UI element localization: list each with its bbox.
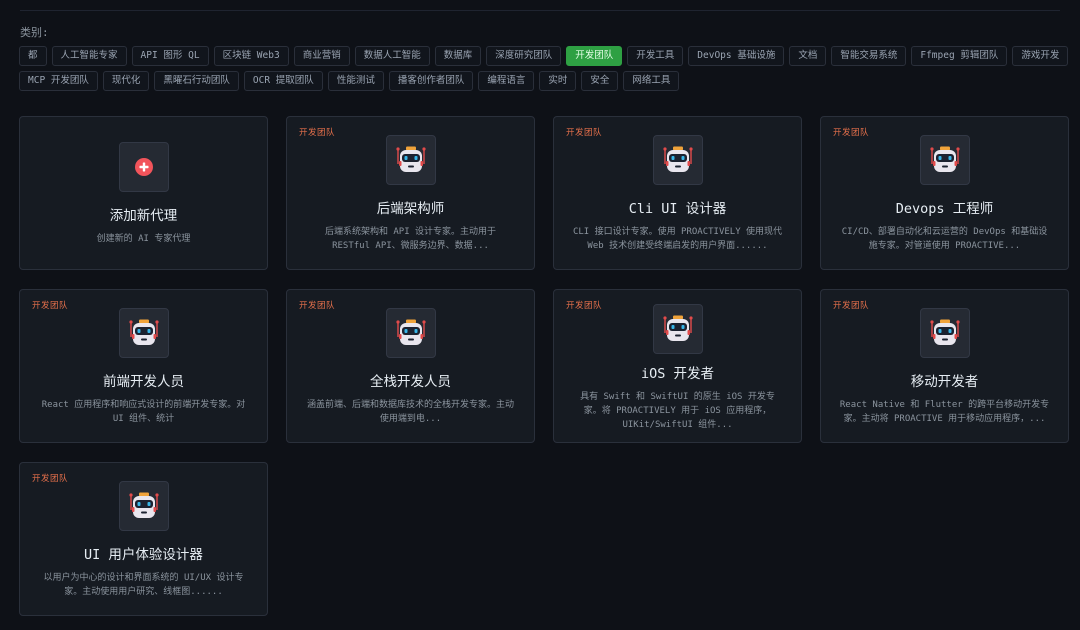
robot-icon <box>128 319 159 345</box>
agent-avatar <box>385 135 436 185</box>
robot-icon <box>929 319 960 345</box>
agent-avatar <box>385 308 436 358</box>
category-badge: 开发团队 <box>299 128 336 138</box>
agent-avatar <box>919 308 970 358</box>
category-tag[interactable]: 深度研究团队 <box>486 46 562 66</box>
category-tag[interactable]: 文档 <box>789 46 827 66</box>
category-tag[interactable]: Ffmpeg 剪辑团队 <box>911 46 1008 66</box>
agent-card[interactable]: 开发团队 后端架构师后端系统架构和 API 设计专家。主动用于 RESTful … <box>286 116 535 270</box>
agent-grid: 添加新代理 创建新的 AI 专家代理 开发团队 后端架构师后端系统架构和 API… <box>19 116 1069 616</box>
agent-title: 前端开发人员 <box>103 374 184 390</box>
add-agent-desc: 创建新的 AI 专家代理 <box>96 234 191 244</box>
category-tag[interactable]: 开发工具 <box>627 46 684 66</box>
category-tag[interactable]: 性能测试 <box>327 71 384 91</box>
category-tag[interactable]: 智能交易系统 <box>831 46 907 66</box>
category-tag[interactable]: 网络工具 <box>623 71 680 91</box>
category-tag[interactable]: 实时 <box>539 71 577 91</box>
category-tag[interactable]: 人工智能专家 <box>51 46 127 66</box>
category-filter-bar: 都人工智能专家 API 图形 QL 区块链 Web3 商业营销 数据人工智能 数据库 深度研… <box>19 46 1069 91</box>
robot-icon <box>128 492 159 518</box>
agent-avatar <box>652 304 703 354</box>
agent-card[interactable]: 开发团队 Cli UI 设计器 CLI 接口设计专家。使用 PROACTIVELY… <box>553 116 802 270</box>
category-tag[interactable]: 编程语言 <box>478 71 535 91</box>
agent-desc: 具有 Swift 和 SwiftUI 的原生 iOS 开发专家。将 PROACT… <box>580 392 775 430</box>
agent-avatar <box>118 308 169 358</box>
category-badge: 开发团队 <box>32 474 69 484</box>
add-agent-card[interactable]: 添加新代理 创建新的 AI 专家代理 <box>19 116 268 270</box>
category-tag[interactable]: 游戏开发 <box>1012 46 1069 66</box>
robot-icon <box>662 315 693 341</box>
agent-card[interactable]: 开发团队 iOS 开发者具有 Swift 和 SwiftUI 的原生 iOS 开… <box>553 289 802 443</box>
category-tag[interactable]: 安全 <box>581 71 619 91</box>
category-tag[interactable]: MCP 开发团队 <box>19 71 98 91</box>
agent-title: 全栈开发人员 <box>370 374 451 390</box>
category-badge: 开发团队 <box>833 128 870 138</box>
category-tag[interactable]: 数据人工智能 <box>354 46 430 66</box>
category-tag[interactable]: 现代化 <box>102 71 150 91</box>
plus-circle-icon <box>134 158 153 176</box>
category-tag[interactable]: 播客创作者团队 <box>388 71 474 91</box>
agent-desc: React Native 和 Flutter 的跨平台移动开发专家。主动将 PR… <box>839 400 1050 424</box>
category-tag[interactable]: 数据库 <box>434 46 482 66</box>
add-agent-title: 添加新代理 <box>109 208 178 224</box>
category-tag[interactable]: 商业营销 <box>293 46 350 66</box>
agent-desc: CLI 接口设计专家。使用 PROACTIVELY 使用现代 Web 技术创建受… <box>572 227 783 251</box>
agent-desc: 后端系统架构和 API 设计专家。主动用于 RESTful API、微服务边界、… <box>324 227 497 251</box>
agent-title: UI 用户体验设计器 <box>84 547 203 563</box>
agent-card[interactable]: 开发团队 UI 用户体验设计器以用户为中心的设计和界面系统的 UI/UX 设计专… <box>19 462 268 616</box>
agent-desc: React 应用程序和响应式设计的前端开发专家。对 UI 组件、统计 <box>41 400 246 424</box>
category-tag[interactable]: 区块链 Web3 <box>213 46 289 66</box>
agent-desc: 涵盖前端、后端和数据库技术的全栈开发专家。主动使用端到电... <box>306 400 514 424</box>
category-badge: 开发团队 <box>833 301 870 311</box>
category-tag[interactable]: DevOps 基础设施 <box>688 46 785 66</box>
top-divider <box>20 10 1060 11</box>
agent-title: 后端架构师 <box>376 201 445 217</box>
category-badge: 开发团队 <box>299 301 336 311</box>
add-icon-box <box>118 142 169 192</box>
agent-avatar <box>919 135 970 185</box>
category-label: 类别: <box>20 26 49 39</box>
category-tag[interactable]: 都 <box>19 46 47 66</box>
robot-icon <box>395 146 426 172</box>
agent-desc: CI/CD、部署自动化和云运营的 DevOps 和基础设施专家。对管道使用 PR… <box>841 227 1048 251</box>
agent-card[interactable]: 开发团队 Devops 工程师 CI/CD、部署自动化和云运营的 DevOps 和… <box>820 116 1069 270</box>
category-tag[interactable]: 开发团队 <box>566 46 623 66</box>
robot-icon <box>395 319 426 345</box>
category-tag[interactable]: API 图形 QL <box>131 46 209 66</box>
category-badge: 开发团队 <box>566 128 603 138</box>
category-badge: 开发团队 <box>566 301 603 311</box>
agent-title: Cli UI 设计器 <box>628 201 727 217</box>
agent-desc: 以用户为中心的设计和界面系统的 UI/UX 设计专家。主动使用用户研究、线框图.… <box>43 573 244 597</box>
category-tag[interactable]: 黑曜石行动团队 <box>154 71 239 91</box>
agent-title: Devops 工程师 <box>895 201 994 217</box>
agent-card[interactable]: 开发团队 全栈开发人员涵盖前端、后端和数据库技术的全栈开发专家。主动使用端到电.… <box>286 289 535 443</box>
agent-card[interactable]: 开发团队 前端开发人员 React 应用程序和响应式设计的前端开发专家。对 UI … <box>19 289 268 443</box>
robot-icon <box>929 146 960 172</box>
agent-title: 移动开发者 <box>910 374 979 390</box>
category-badge: 开发团队 <box>32 301 69 311</box>
agent-avatar <box>652 135 703 185</box>
agent-avatar <box>118 481 169 531</box>
category-tag[interactable]: OCR 提取团队 <box>243 71 323 91</box>
agent-card[interactable]: 开发团队 移动开发者 React Native 和 Flutter 的跨平台移动开… <box>820 289 1069 443</box>
agent-title: iOS 开发者 <box>640 366 714 382</box>
robot-icon <box>662 146 693 172</box>
